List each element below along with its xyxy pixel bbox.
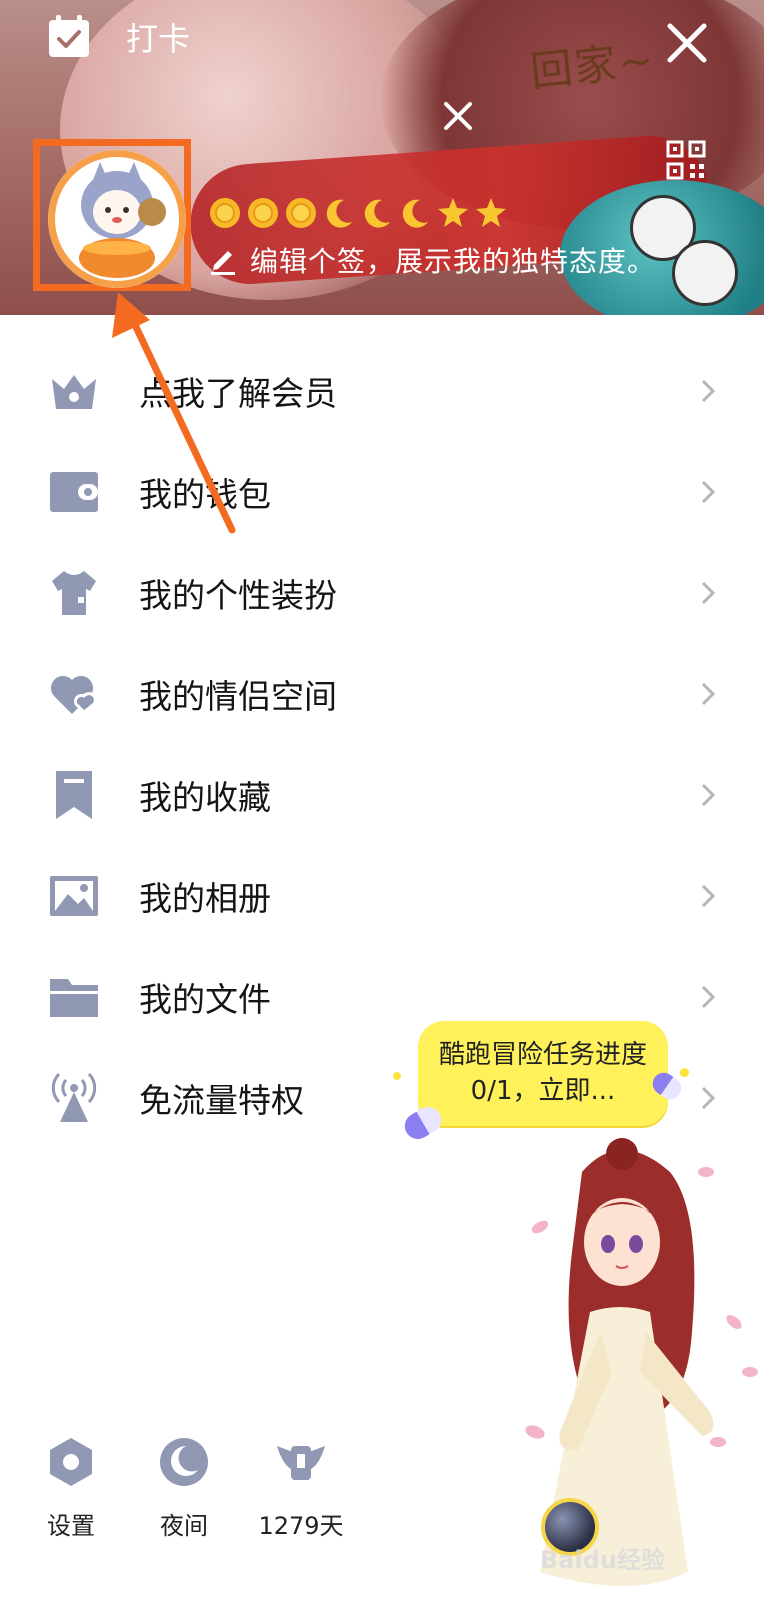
shirt-icon (52, 570, 96, 615)
avatar-highlight-box (33, 139, 191, 291)
checkin-button[interactable]: 打卡 (46, 14, 190, 60)
hearts-icon (50, 675, 97, 714)
moon-icon (326, 199, 352, 228)
settings-label: 设置 (47, 1512, 95, 1540)
chevron-right-icon (701, 480, 716, 503)
chevron-right-icon (701, 1086, 716, 1109)
moon-icon (402, 199, 428, 228)
sun-icon (286, 198, 316, 228)
menu-item-label: 我的收藏 (139, 777, 271, 817)
menu-item-label: 我的文件 (139, 979, 271, 1019)
chevron-right-icon (701, 682, 716, 705)
wallet-icon (50, 471, 98, 512)
sun-icon (248, 198, 278, 228)
moon-icon (160, 1438, 208, 1486)
qr-code-icon[interactable] (666, 140, 706, 180)
winged-badge-icon (277, 1446, 325, 1480)
close-icon[interactable] (662, 18, 712, 68)
chevron-right-icon (701, 379, 716, 402)
menu-item-wallet[interactable]: 我的钱包 (0, 441, 764, 542)
crown-icon (52, 374, 96, 409)
menu-item-personalize[interactable]: 我的个性装扮 (0, 542, 764, 643)
chevron-right-icon (701, 581, 716, 604)
profile-banner[interactable]: 回家~ 打卡 编辑个签，展示我的独特态度。 (0, 0, 764, 315)
night-mode-label: 夜间 (160, 1512, 208, 1540)
login-days-label: 1279天 (258, 1512, 344, 1540)
checkin-label: 打卡 (126, 20, 191, 58)
task-bubble[interactable]: 酷跑冒险任务进度0/1，立即... (418, 1021, 668, 1126)
menu-item-label: 我的情侣空间 (139, 676, 337, 716)
gear-icon (50, 1438, 92, 1486)
bottom-bar: 设置 夜间 1279天 (0, 1436, 400, 1556)
menu-item-label: 我的个性装扮 (139, 575, 337, 615)
pencil-icon (211, 251, 235, 275)
menu-item-couple-space[interactable]: 我的情侣空间 (0, 643, 764, 744)
avatar[interactable] (48, 150, 186, 288)
bookmark-icon (56, 770, 92, 819)
calendar-check-icon (49, 15, 89, 57)
avatar-image (48, 150, 186, 288)
folder-icon (50, 978, 98, 1017)
level-badges[interactable] (208, 196, 508, 230)
decor-dot (393, 1072, 401, 1080)
menu-item-label: 免流量特权 (139, 1080, 304, 1120)
task-bubble-text: 酷跑冒险任务进度0/1，立即... (438, 1040, 647, 1106)
chevron-right-icon (701, 884, 716, 907)
close-icon[interactable] (440, 98, 476, 134)
star-icon (438, 198, 468, 227)
settings-button[interactable]: 设置 (16, 1436, 126, 1541)
photo-icon (50, 875, 98, 916)
chevron-right-icon (701, 783, 716, 806)
menu-item-favorites[interactable]: 我的收藏 (0, 744, 764, 845)
star-icon (476, 198, 506, 227)
signature-text: 编辑个签，展示我的独特态度。 (250, 245, 657, 278)
edit-signature-button[interactable]: 编辑个签，展示我的独特态度。 (208, 240, 656, 280)
watermark-text: Baidu经验 (540, 1546, 665, 1574)
menu-item-label: 点我了解会员 (139, 373, 337, 413)
menu-item-album[interactable]: 我的相册 (0, 845, 764, 946)
night-mode-button[interactable]: 夜间 (129, 1436, 239, 1541)
signal-tower-icon (51, 1072, 97, 1122)
decor-dot (680, 1068, 689, 1077)
chevron-right-icon (701, 985, 716, 1008)
login-days-button[interactable]: 1279天 (246, 1436, 356, 1541)
moon-icon (364, 199, 390, 228)
banner-art-eye (672, 240, 738, 306)
sun-icon (210, 198, 240, 228)
menu-item-label: 我的钱包 (139, 474, 271, 514)
menu-item-label: 我的相册 (139, 878, 271, 918)
menu-item-vip[interactable]: 点我了解会员 (0, 340, 764, 441)
banner-scribble-text: 回家~ (528, 34, 658, 97)
